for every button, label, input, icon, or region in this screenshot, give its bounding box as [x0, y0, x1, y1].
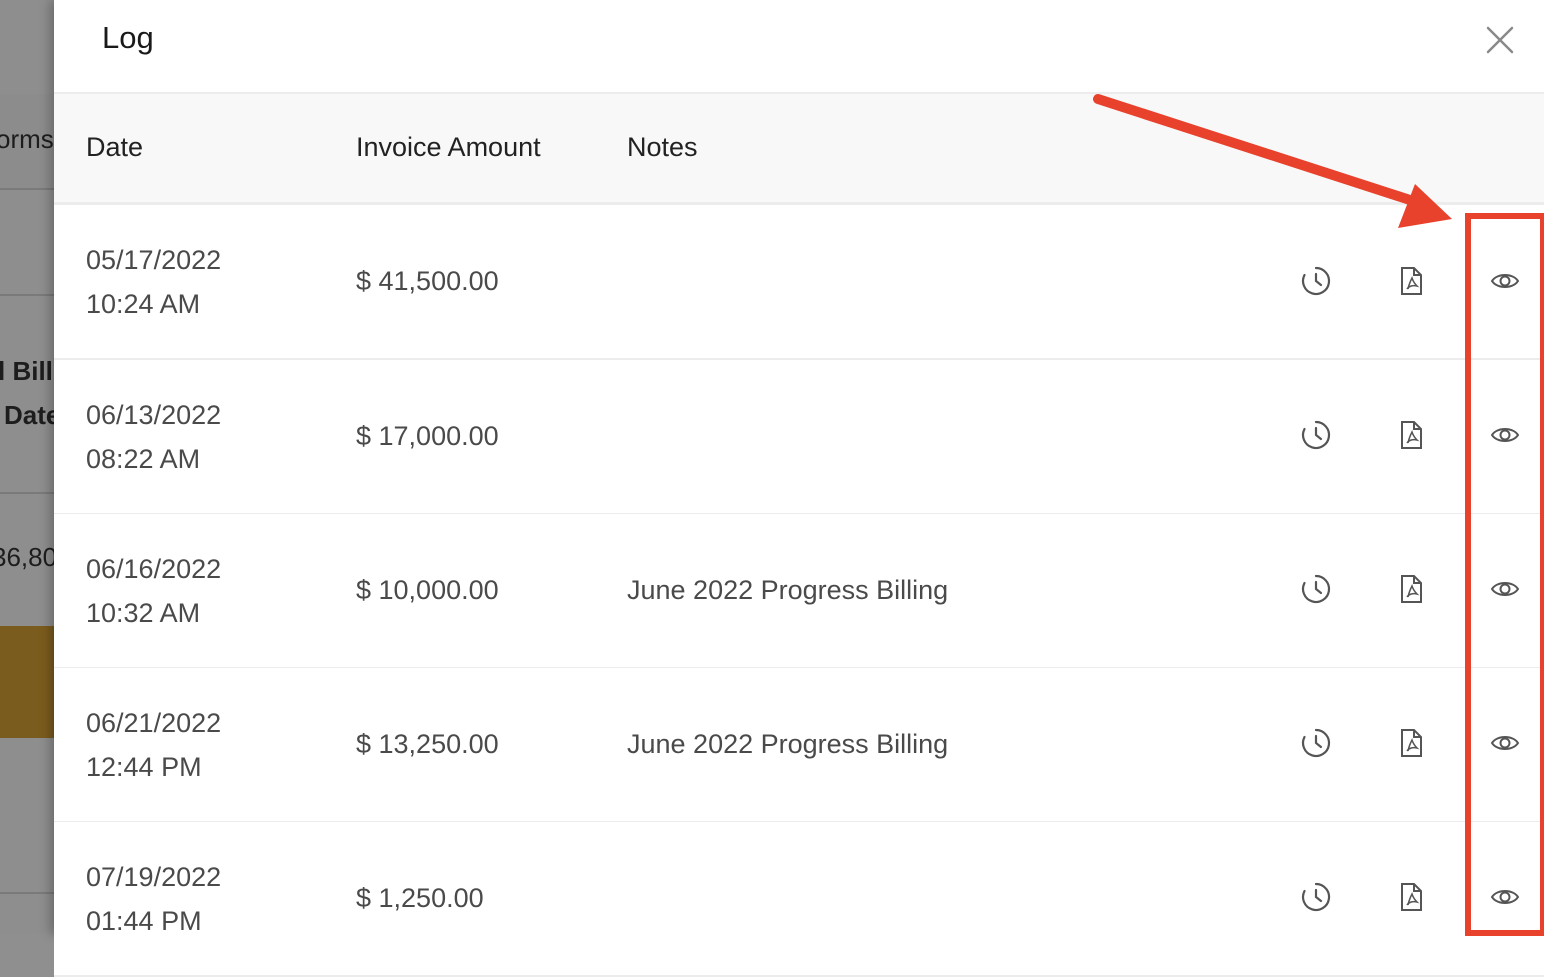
history-icon[interactable]	[1300, 265, 1332, 297]
row-date-time: 01:44 PM	[86, 906, 202, 936]
background-text-date: Date	[4, 400, 56, 430]
pdf-file-icon[interactable]	[1395, 727, 1427, 759]
table-row: 06/21/2022 12:44 PM $ 13,250.00 June 202…	[54, 668, 1544, 823]
row-note: June 2022 Progress Billing	[627, 729, 949, 759]
table-row: 07/19/2022 01:44 PM $ 1,250.00	[54, 822, 1544, 977]
drawer-header: Log	[54, 0, 1544, 94]
table-header: Date Invoice Amount Notes	[54, 94, 1544, 205]
pdf-file-icon[interactable]	[1395, 419, 1427, 451]
row-date: 06/21/2022 12:44 PM	[86, 701, 221, 789]
background-text-bill: l Bill	[0, 356, 53, 386]
row-date-day: 06/21/2022	[86, 708, 222, 738]
background-divider	[0, 294, 56, 296]
log-drawer: Log Date Invoice Amount Notes 05/17/2022…	[54, 0, 1544, 977]
row-date: 07/19/2022 01:44 PM	[86, 855, 221, 943]
table-row: 06/16/2022 10:32 AM $ 10,000.00 June 202…	[54, 514, 1544, 669]
row-date-day: 05/17/2022	[86, 245, 222, 275]
pdf-file-icon[interactable]	[1395, 265, 1427, 297]
table-row: 05/17/2022 10:24 AM $ 41,500.00	[54, 205, 1544, 360]
row-date-time: 10:24 AM	[86, 289, 201, 319]
row-date-day: 06/16/2022	[86, 554, 222, 584]
row-date-time: 10:32 AM	[86, 598, 201, 628]
drawer-title: Log	[102, 20, 154, 55]
column-header-invoice-amount: Invoice Amount	[356, 132, 541, 162]
history-icon[interactable]	[1300, 419, 1332, 451]
row-amount: $ 13,250.00	[356, 729, 499, 759]
row-date-time: 08:22 AM	[86, 444, 201, 474]
row-amount: $ 17,000.00	[356, 421, 499, 451]
background-gold-band	[0, 626, 56, 738]
row-date: 06/16/2022 10:32 AM	[86, 547, 221, 635]
pdf-file-icon[interactable]	[1395, 573, 1427, 605]
background-text-amount: 36,80	[0, 542, 56, 572]
background-divider	[0, 892, 56, 894]
annotation-highlight-box	[1465, 213, 1544, 936]
history-icon[interactable]	[1300, 573, 1332, 605]
row-date-day: 07/19/2022	[86, 862, 222, 892]
pdf-file-icon[interactable]	[1395, 881, 1427, 913]
background-page: orms l Bill Date 36,80	[0, 0, 56, 934]
row-date: 05/17/2022 10:24 AM	[86, 238, 221, 326]
background-text-forms: orms	[0, 124, 54, 154]
column-header-date: Date	[86, 132, 144, 162]
row-amount: $ 1,250.00	[356, 883, 484, 913]
row-amount: $ 41,500.00	[356, 266, 499, 296]
row-date-day: 06/13/2022	[86, 400, 222, 430]
background-divider	[0, 188, 56, 190]
close-icon[interactable]	[1482, 22, 1518, 58]
history-icon[interactable]	[1300, 881, 1332, 913]
history-icon[interactable]	[1300, 727, 1332, 759]
table-row: 06/13/2022 08:22 AM $ 17,000.00	[54, 360, 1544, 515]
row-note: June 2022 Progress Billing	[627, 575, 949, 605]
background-divider	[0, 492, 56, 494]
row-date-time: 12:44 PM	[86, 752, 202, 782]
column-header-notes: Notes	[627, 132, 698, 162]
row-date: 06/13/2022 08:22 AM	[86, 393, 221, 481]
row-amount: $ 10,000.00	[356, 575, 499, 605]
